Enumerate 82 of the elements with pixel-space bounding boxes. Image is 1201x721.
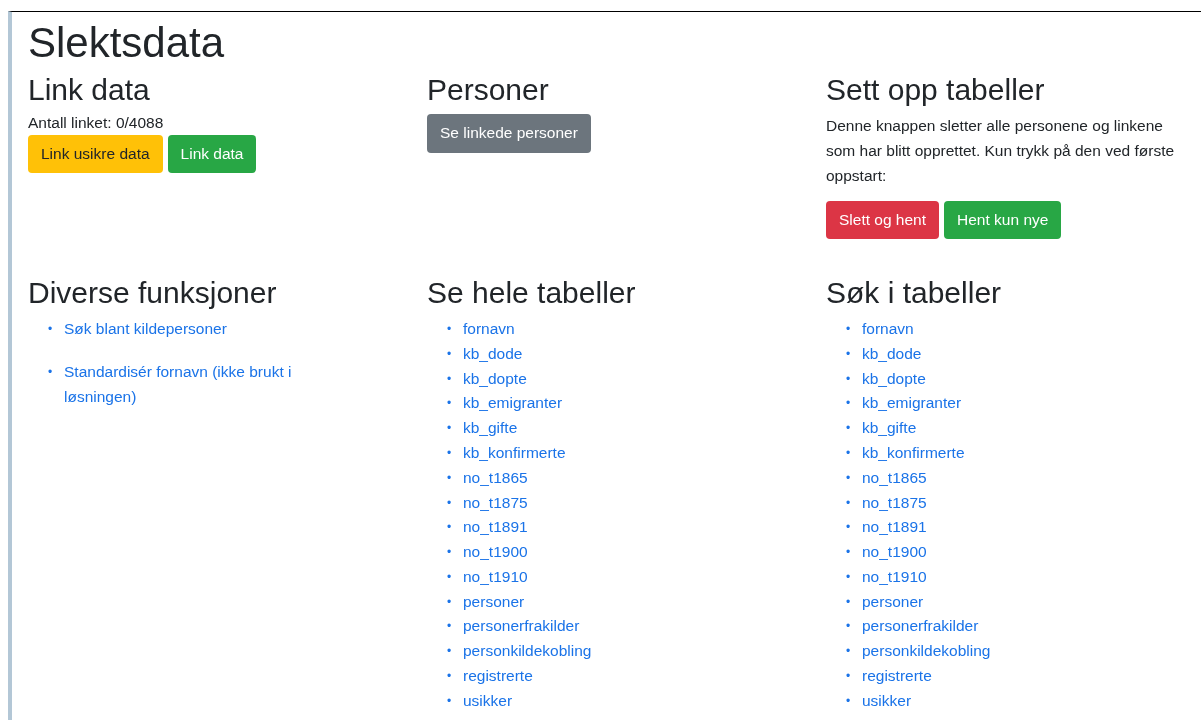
bullet-icon: •: [846, 540, 852, 565]
table-link[interactable]: kb_gifte: [862, 416, 917, 441]
table-link[interactable]: personkildekobling: [862, 639, 991, 665]
table-link[interactable]: registrerte: [862, 664, 932, 689]
bullet-icon: •: [447, 440, 453, 466]
table-link[interactable]: usikker: [463, 688, 513, 714]
section-text: Denne knappen sletter alle personene og linkene som har blitt opprettet. Kun trykk på den ved første oppstart:: [826, 116, 1176, 186]
table-link[interactable]: kb_gifte: [463, 416, 518, 441]
table-link[interactable]: kb_emigranter: [463, 391, 563, 417]
table-link[interactable]: no_t1865: [463, 465, 528, 491]
bullet-icon: •: [846, 515, 852, 541]
section-heading: Se hele tabeller: [427, 274, 636, 311]
action-button[interactable]: Se linkede personer: [427, 114, 591, 153]
table-link[interactable]: no_t1900: [463, 540, 528, 565]
bullet-icon: •: [846, 564, 852, 590]
bullet-icon: •: [846, 391, 852, 417]
bullet-icon: •: [846, 639, 852, 665]
bullet-icon: •: [447, 664, 453, 689]
page-title: Slektsdata: [28, 18, 225, 68]
table-link[interactable]: no_t1900: [862, 540, 927, 565]
action-button[interactable]: Slett og hent: [826, 200, 940, 239]
table-link[interactable]: personer: [463, 589, 525, 615]
table-link[interactable]: kb_emigranter: [862, 391, 962, 417]
bullet-icon: •: [846, 490, 852, 516]
table-link[interactable]: no_t1910: [862, 564, 927, 590]
section-heading: Personer: [427, 72, 549, 109]
action-button[interactable]: Link data: [167, 135, 257, 174]
bullet-icon: •: [447, 614, 453, 640]
table-link[interactable]: no_t1865: [862, 465, 927, 491]
table-link[interactable]: personkildekobling: [463, 639, 592, 665]
bullet-icon: •: [846, 341, 852, 367]
table-link[interactable]: kb_konfirmerte: [463, 440, 566, 466]
bullet-icon: •: [846, 465, 852, 491]
table-link[interactable]: personerfrakilder: [463, 614, 580, 640]
table-link[interactable]: fornavn: [463, 316, 515, 342]
action-button[interactable]: Hent kun nye: [944, 200, 1062, 239]
bullet-icon: •: [447, 391, 453, 417]
bullet-icon: •: [447, 564, 453, 590]
table-link[interactable]: kb_konfirmerte: [862, 440, 965, 466]
bullet-icon: •: [447, 316, 453, 342]
table-link[interactable]: kb_dode: [463, 341, 523, 367]
bullet-icon: •: [846, 440, 852, 466]
section-heading: Link data: [28, 72, 150, 109]
table-link[interactable]: no_t1891: [862, 515, 927, 541]
table-link[interactable]: kb_dode: [862, 341, 922, 367]
table-link[interactable]: no_t1875: [862, 490, 927, 516]
table-link[interactable]: Søk blant kildepersoner: [64, 316, 227, 342]
bullet-icon: •: [846, 316, 852, 342]
bullet-icon: •: [447, 465, 453, 491]
table-link[interactable]: no_t1875: [463, 490, 528, 516]
bullet-icon: •: [846, 664, 852, 689]
table-link[interactable]: kb_dopte: [862, 366, 926, 392]
table-link[interactable]: fornavn: [862, 316, 914, 342]
bullet-icon: •: [846, 614, 852, 640]
table-link[interactable]: usikker: [862, 688, 912, 714]
bullet-icon: •: [447, 589, 453, 615]
bullet-icon: •: [846, 416, 852, 441]
bullet-icon: •: [447, 688, 453, 714]
bullet-icon: •: [447, 490, 453, 516]
bullet-icon: •: [447, 639, 453, 665]
bullet-icon: •: [846, 589, 852, 615]
action-button[interactable]: Link usikre data: [28, 135, 163, 174]
bullet-icon: •: [846, 366, 852, 392]
bullet-icon: •: [48, 316, 54, 342]
bullet-icon: •: [846, 688, 852, 714]
table-link[interactable]: personerfrakilder: [862, 614, 979, 640]
section-heading: Diverse funksjoner: [28, 274, 277, 311]
table-link[interactable]: registrerte: [463, 664, 533, 689]
section-heading: Søk i tabeller: [826, 274, 1002, 311]
section-heading: Sett opp tabeller: [826, 72, 1045, 109]
bullet-icon: •: [447, 341, 453, 367]
section-text: Antall linket: 0/4088: [28, 114, 165, 133]
bullet-icon: •: [447, 540, 453, 565]
table-link[interactable]: personer: [862, 589, 924, 615]
table-link[interactable]: kb_dopte: [463, 366, 527, 392]
bullet-icon: •: [447, 366, 453, 392]
bullet-icon: •: [447, 515, 453, 541]
bullet-icon: •: [447, 416, 453, 441]
table-link[interactable]: no_t1891: [463, 515, 528, 541]
table-link[interactable]: no_t1910: [463, 564, 528, 590]
bullet-icon: •: [48, 359, 54, 385]
table-link[interactable]: Standardisér fornavn (ikke brukt i løsningen): [64, 359, 334, 410]
